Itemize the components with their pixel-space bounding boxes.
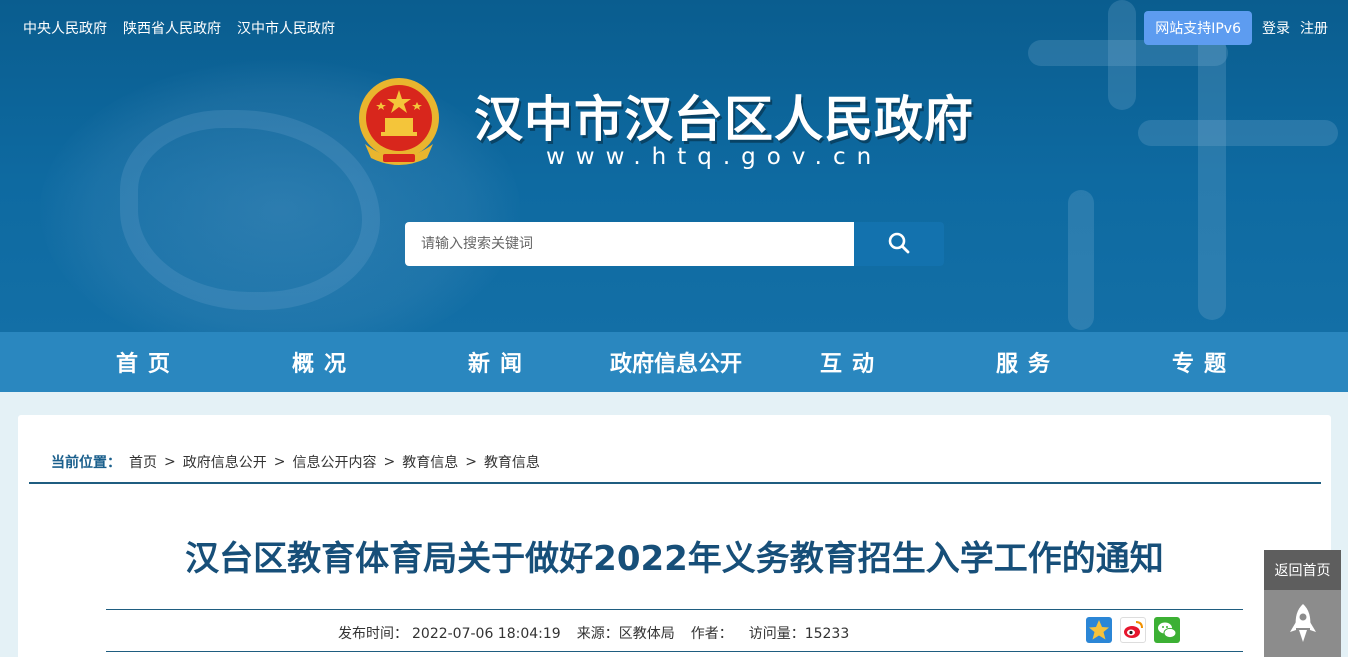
- nav-item-news[interactable]: 新闻: [412, 332, 588, 392]
- header-decoration-right: [988, 0, 1348, 332]
- back-home-label[interactable]: 返回首页: [1264, 550, 1341, 590]
- nav-item-interaction[interactable]: 互动: [764, 332, 940, 392]
- search-bar: [405, 222, 944, 266]
- nav-item-topics[interactable]: 专题: [1116, 332, 1292, 392]
- views-label: 访问量：: [748, 626, 805, 642]
- search-input[interactable]: [405, 222, 854, 266]
- breadcrumb-home[interactable]: 首页: [129, 452, 157, 472]
- views: 访问量：15233: [749, 623, 850, 643]
- article-title: 汉台区教育体育局关于做好2022年义务教育招生入学工作的通知: [185, 539, 1164, 579]
- top-right-actions: 网站支持IPv6 登录 注册: [1144, 11, 1328, 45]
- breadcrumb-education-info-current[interactable]: 教育信息: [484, 452, 540, 472]
- site-title: 汉中市汉台区人民政府: [474, 91, 975, 148]
- breadcrumb: 当前位置： 首页 > 政府信息公开 > 信息公开内容 > 教育信息 > 教育信息: [51, 452, 540, 472]
- breadcrumb-label: 当前位置：: [51, 455, 121, 471]
- qzone-icon[interactable]: [1086, 617, 1112, 643]
- meta-divider-bottom: [106, 651, 1243, 652]
- publish-value: 2022-07-06 18:04:19: [412, 626, 561, 642]
- breadcrumb-info-content[interactable]: 信息公开内容: [292, 452, 376, 472]
- author-label: 作者：: [690, 626, 733, 642]
- main-nav: 首页 概况 新闻 政府信息公开 互动 服务 专题: [0, 332, 1348, 392]
- share-buttons: [1086, 617, 1180, 643]
- login-link[interactable]: 登录: [1262, 18, 1290, 38]
- breadcrumb-education-info[interactable]: 教育信息: [402, 452, 458, 472]
- views-value: 15233: [804, 626, 850, 642]
- meta-divider-top: [106, 609, 1243, 610]
- weibo-icon[interactable]: [1120, 617, 1146, 643]
- top-links: 中央人民政府 陕西省人民政府 汉中市人民政府: [23, 18, 335, 38]
- rocket-icon[interactable]: [1264, 602, 1341, 646]
- breadcrumb-gov-info[interactable]: 政府信息公开: [183, 452, 267, 472]
- back-home-float[interactable]: 返回首页: [1264, 550, 1341, 657]
- publish-label: 发布时间：: [338, 626, 408, 642]
- link-shaanxi-gov[interactable]: 陕西省人民政府: [123, 18, 221, 38]
- register-link[interactable]: 注册: [1300, 18, 1328, 38]
- ipv6-badge[interactable]: 网站支持IPv6: [1144, 11, 1252, 45]
- source: 来源：区教体局: [577, 623, 675, 643]
- wechat-icon[interactable]: [1154, 617, 1180, 643]
- breadcrumb-separator: >: [383, 454, 396, 470]
- site-url: www.htq.gov.cn: [546, 144, 883, 170]
- search-icon: [887, 231, 911, 258]
- nav-item-services[interactable]: 服务: [940, 332, 1116, 392]
- article-meta: 发布时间： 2022-07-06 18:04:19 来源：区教体局 作者： 访问量…: [338, 623, 849, 643]
- publish-time: 发布时间： 2022-07-06 18:04:19: [338, 623, 561, 643]
- site-header: 中央人民政府 陕西省人民政府 汉中市人民政府 网站支持IPv6 登录 注册 汉中…: [0, 0, 1348, 332]
- article-panel: 当前位置： 首页 > 政府信息公开 > 信息公开内容 > 教育信息 > 教育信息…: [18, 415, 1331, 657]
- breadcrumb-separator: >: [465, 454, 477, 470]
- source-label: 来源：: [576, 626, 619, 642]
- breadcrumb-separator: >: [273, 454, 286, 470]
- nav-item-overview[interactable]: 概况: [236, 332, 412, 392]
- author: 作者：: [691, 623, 733, 643]
- link-hanzhong-gov[interactable]: 汉中市人民政府: [237, 18, 335, 38]
- nav-item-gov-info[interactable]: 政府信息公开: [588, 332, 764, 392]
- link-central-gov[interactable]: 中央人民政府: [23, 18, 107, 38]
- national-emblem: [353, 74, 445, 170]
- breadcrumb-separator: >: [164, 454, 176, 470]
- source-value: 区教体局: [618, 626, 675, 642]
- search-button[interactable]: [854, 222, 944, 266]
- breadcrumb-divider: [29, 482, 1321, 484]
- nav-item-home[interactable]: 首页: [60, 332, 236, 392]
